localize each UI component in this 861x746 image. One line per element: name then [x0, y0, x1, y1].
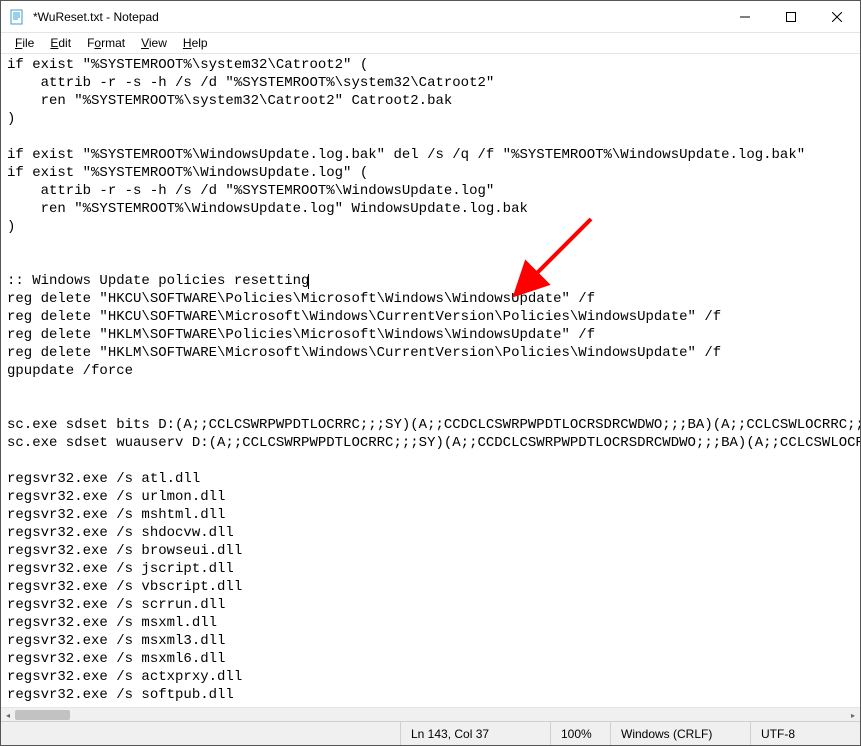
status-spacer — [1, 722, 400, 745]
window-title: *WuReset.txt - Notepad — [33, 10, 159, 24]
status-line-ending: Windows (CRLF) — [610, 722, 750, 745]
menu-format[interactable]: Format — [79, 35, 133, 51]
titlebar[interactable]: *WuReset.txt - Notepad — [1, 1, 860, 33]
menu-edit[interactable]: Edit — [42, 35, 79, 51]
notepad-window: *WuReset.txt - Notepad File Edit Format … — [0, 0, 861, 746]
statusbar: Ln 143, Col 37 100% Windows (CRLF) UTF-8 — [1, 721, 860, 745]
scroll-left-icon[interactable]: ◂ — [1, 708, 15, 721]
horizontal-scrollbar[interactable]: ◂ ▸ — [1, 707, 860, 721]
content-area: if exist "%SYSTEMROOT%\system32\Catroot2… — [1, 53, 860, 721]
text-editor[interactable]: if exist "%SYSTEMROOT%\system32\Catroot2… — [1, 54, 860, 707]
scrollbar-thumb[interactable] — [15, 710, 70, 720]
minimize-button[interactable] — [722, 1, 768, 33]
menu-view[interactable]: View — [133, 35, 175, 51]
close-button[interactable] — [814, 1, 860, 33]
menu-file[interactable]: File — [7, 35, 42, 51]
maximize-button[interactable] — [768, 1, 814, 33]
menubar: File Edit Format View Help — [1, 33, 860, 53]
notepad-icon — [9, 9, 25, 25]
status-zoom: 100% — [550, 722, 610, 745]
scroll-right-icon[interactable]: ▸ — [846, 708, 860, 721]
text-caret — [308, 274, 309, 289]
menu-help[interactable]: Help — [175, 35, 216, 51]
status-position: Ln 143, Col 37 — [400, 722, 550, 745]
status-encoding: UTF-8 — [750, 722, 860, 745]
